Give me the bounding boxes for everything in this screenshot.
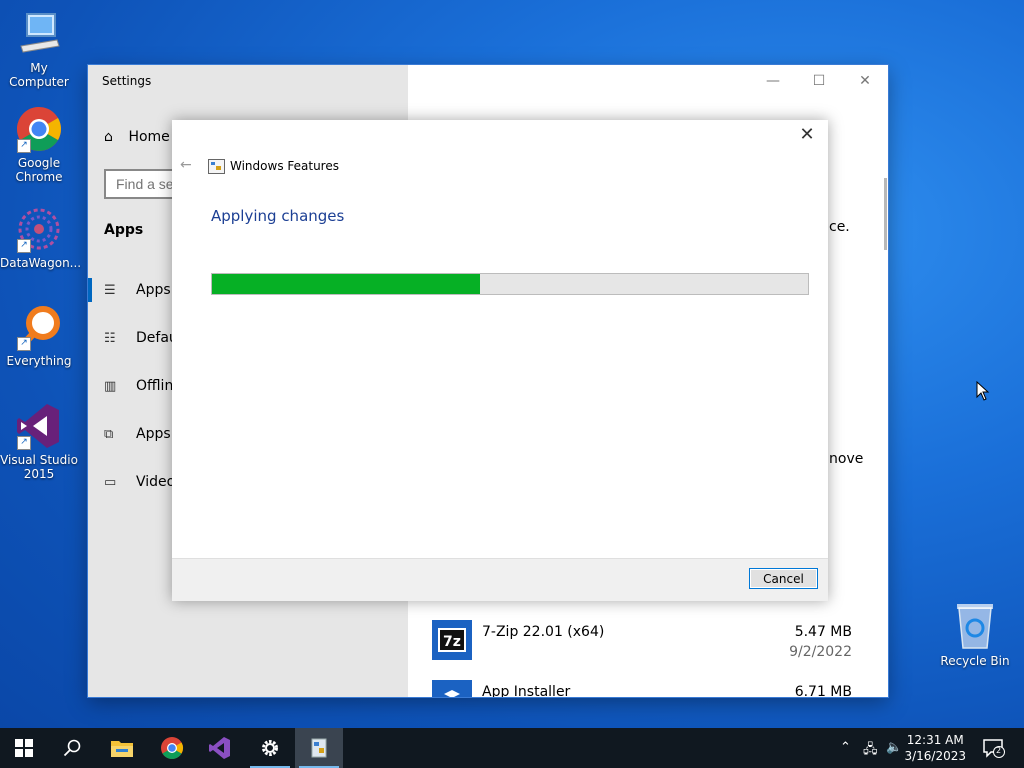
visual-studio-icon [209, 737, 230, 759]
search-button[interactable] [48, 728, 96, 768]
taskbar-visual-studio[interactable] [196, 728, 244, 768]
recycle-bin-icon [953, 602, 997, 650]
shortcut-arrow-icon: ↗ [17, 337, 31, 351]
shortcut-arrow-icon: ↗ [17, 239, 31, 253]
partial-text: ce. [829, 219, 850, 235]
svg-text:7z: 7z [443, 634, 461, 650]
taskbar: ⌃ 🖧 🔈 12:31 AM 3/16/2023 2 [0, 728, 1024, 768]
progress-bar [211, 273, 809, 295]
desktop-icon-datawagon[interactable]: ↗ DataWagon... [0, 205, 82, 270]
clock-date: 3/16/2023 [904, 749, 966, 763]
volume-icon[interactable]: 🔈 [886, 740, 902, 755]
desktop-icon-label: My Computer [9, 61, 69, 89]
desktop-icon-google-chrome[interactable]: ↗ Google Chrome [0, 105, 78, 184]
chevron-up-icon[interactable]: ⌃ [840, 740, 851, 755]
datawagon-icon: ↗ [15, 205, 63, 253]
minimize-button[interactable]: — [750, 65, 796, 97]
windows-logo-icon [15, 739, 33, 757]
nav-item-label: Apps [136, 282, 171, 298]
desktop-icon-recycle-bin[interactable]: Recycle Bin [940, 602, 1010, 668]
dialog-footer: Cancel [172, 558, 828, 601]
notification-count: 2 [996, 746, 1002, 755]
7zip-icon: 7z [432, 620, 472, 660]
video-icon: ▭ [104, 475, 117, 490]
nav-item-default-apps[interactable]: ☷ Defau [104, 326, 178, 350]
desktop-icon-everything[interactable]: ↗ Everything [0, 303, 78, 368]
windows-features-dialog: ✕ ← Windows Features Applying changes Ca… [172, 120, 828, 601]
app-installer-icon [432, 680, 472, 697]
shortcut-arrow-icon: ↗ [17, 139, 31, 153]
windows-features-icon [311, 738, 327, 758]
nav-item-video-playback[interactable]: ▭ Video [104, 470, 175, 494]
progress-bar-fill [212, 274, 481, 294]
app-list-item-7zip[interactable]: 7z 7-Zip 22.01 (x64) 5.47 MB 9/2/2022 [432, 620, 852, 670]
nav-item-label: Apps [136, 426, 171, 442]
desktop-icon-label: Recycle Bin [940, 654, 1010, 668]
nav-item-offline-maps[interactable]: ▥ Offline [104, 374, 182, 398]
home-icon: ⌂ [104, 129, 113, 145]
taskbar-file-explorer[interactable] [98, 728, 146, 768]
app-name: App Installer [482, 684, 571, 697]
desktop-icon-label: Google Chrome [15, 156, 63, 184]
computer-icon [15, 10, 63, 58]
default-apps-icon: ☷ [104, 331, 116, 346]
desktop-icon-label: Everything [6, 354, 72, 368]
cancel-button[interactable]: Cancel [749, 568, 818, 589]
maximize-button[interactable]: ☐ [796, 65, 842, 97]
dialog-title: Windows Features [230, 159, 339, 173]
visual-studio-icon: ↗ [15, 402, 63, 450]
taskbar-windows-features[interactable] [295, 728, 343, 768]
gear-icon [262, 740, 278, 756]
map-icon: ▥ [104, 379, 117, 394]
nav-home-label: Home [128, 129, 170, 145]
nav-home[interactable]: ⌂ Home [104, 129, 170, 145]
nav-item-apps-websites[interactable]: ⧉ Apps [104, 422, 171, 446]
clock[interactable]: 12:31 AM 3/16/2023 [904, 732, 966, 764]
taskbar-chrome[interactable] [148, 728, 196, 768]
nav-item-label: Video [136, 474, 176, 490]
app-list-item-app-installer[interactable]: App Installer 6.71 MB [432, 680, 852, 697]
open-in-icon: ⧉ [104, 427, 114, 442]
close-window-button[interactable]: ✕ [842, 65, 888, 97]
windows-features-icon [208, 159, 225, 174]
desktop-icon-label: DataWagon... [0, 256, 82, 270]
taskbar-settings[interactable] [246, 728, 294, 768]
app-name: 7-Zip 22.01 (x64) [482, 624, 605, 640]
start-button[interactable] [0, 728, 48, 768]
dialog-heading: Applying changes [211, 207, 345, 225]
desktop-icon-my-computer[interactable]: My Computer [0, 10, 78, 89]
app-size: 5.47 MB [794, 624, 852, 640]
magnifier-icon: ↗ [15, 303, 63, 351]
back-arrow-icon: ← [180, 157, 192, 173]
app-size: 6.71 MB [794, 684, 852, 697]
chrome-icon [161, 737, 183, 759]
notifications-icon[interactable]: 2 [983, 738, 1005, 762]
chrome-icon: ↗ [15, 105, 63, 153]
dialog-close-button[interactable]: ✕ [792, 120, 822, 150]
app-date: 9/2/2022 [789, 644, 852, 660]
search-icon [63, 739, 81, 757]
shortcut-arrow-icon: ↗ [17, 436, 31, 450]
nav-item-apps-features[interactable]: ☰ Apps [88, 278, 171, 302]
scrollbar-thumb[interactable] [884, 178, 887, 250]
partial-text: nove [829, 451, 864, 467]
folder-icon [111, 741, 133, 757]
desktop-icon-visual-studio[interactable]: ↗ Visual Studio 2015 [0, 402, 78, 481]
list-icon: ☰ [104, 283, 116, 298]
window-title: Settings [102, 74, 152, 88]
clock-time: 12:31 AM [906, 733, 964, 747]
mouse-cursor-icon [976, 381, 990, 401]
network-icon[interactable]: 🖧 [863, 740, 878, 762]
desktop-icon-label: Visual Studio 2015 [0, 453, 78, 481]
section-heading: Apps [104, 222, 144, 238]
